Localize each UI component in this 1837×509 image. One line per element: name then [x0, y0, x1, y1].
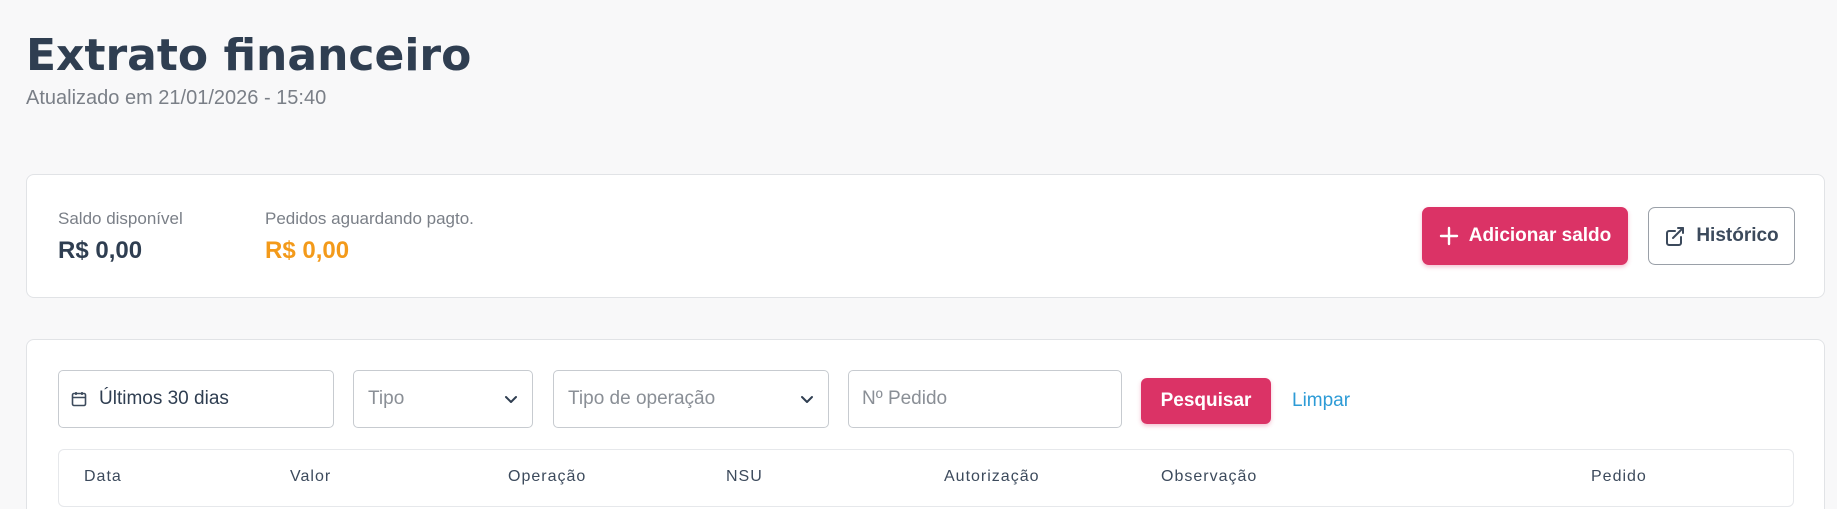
pending-orders: Pedidos aguardando pagto. R$ 0,00 — [265, 208, 474, 268]
page-title: Extrato financeiro — [26, 30, 472, 81]
pending-orders-label: Pedidos aguardando pagto. — [265, 209, 474, 228]
column-header-valor[interactable]: Valor — [290, 468, 331, 486]
page: Extrato financeiro Atualizado em 21/01/2… — [0, 0, 1837, 509]
history-button[interactable]: Histórico — [1648, 207, 1795, 265]
column-header-data[interactable]: Data — [84, 468, 122, 486]
tipo-select[interactable]: Tipo — [353, 370, 533, 428]
table-header: Data Valor Operação NSU Autorização Obse… — [58, 449, 1794, 507]
column-header-observacao[interactable]: Observação — [1161, 468, 1257, 486]
chevron-down-icon — [504, 392, 518, 406]
history-label: Histórico — [1696, 225, 1779, 246]
operation-type-placeholder: Tipo de operação — [568, 388, 716, 409]
order-number-input[interactable]: Nº Pedido — [848, 370, 1122, 428]
chevron-down-icon — [800, 392, 814, 406]
plus-icon — [1439, 226, 1459, 246]
column-header-operacao[interactable]: Operação — [508, 468, 586, 486]
calendar-icon — [71, 391, 87, 407]
column-header-autorizacao[interactable]: Autorização — [944, 468, 1040, 486]
statement-card: Últimos 30 dias Tipo Tipo de operação Nº… — [26, 339, 1825, 509]
add-balance-button[interactable]: Adicionar saldo — [1422, 207, 1628, 265]
last-updated-text: Atualizado em 21/01/2026 - 15:40 — [26, 87, 327, 109]
column-header-pedido[interactable]: Pedido — [1591, 468, 1647, 486]
clear-filters-link[interactable]: Limpar — [1292, 390, 1350, 412]
date-range-picker[interactable]: Últimos 30 dias — [58, 370, 334, 428]
available-balance-value: R$ 0,00 — [58, 237, 143, 264]
pending-orders-value: R$ 0,00 — [265, 237, 350, 264]
balance-card: Saldo disponível R$ 0,00 Pedidos aguarda… — [26, 174, 1825, 298]
available-balance: Saldo disponível R$ 0,00 — [58, 208, 183, 268]
search-button[interactable]: Pesquisar — [1141, 378, 1271, 424]
operation-type-select[interactable]: Tipo de operação — [553, 370, 829, 428]
available-balance-label: Saldo disponível — [58, 209, 183, 228]
add-balance-label: Adicionar saldo — [1468, 225, 1612, 246]
date-range-value: Últimos 30 dias — [99, 388, 229, 409]
tipo-select-placeholder: Tipo — [368, 388, 405, 409]
external-link-icon — [1664, 225, 1686, 247]
column-header-nsu[interactable]: NSU — [726, 468, 763, 486]
order-number-placeholder: Nº Pedido — [862, 388, 948, 409]
